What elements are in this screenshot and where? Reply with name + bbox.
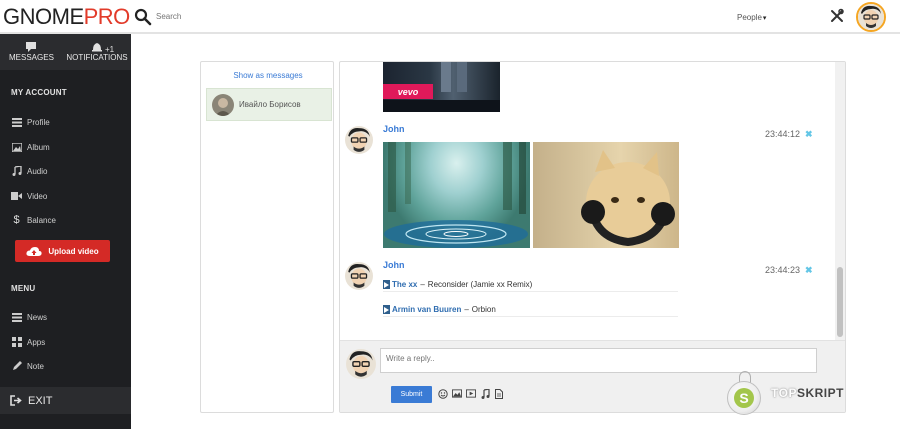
watermark-logo-icon: S <box>727 381 761 415</box>
attached-image-cat[interactable] <box>533 142 679 248</box>
sidebar-item-label: Balance <box>27 215 56 225</box>
vevo-logo: vevo <box>383 84 433 99</box>
avatar <box>345 262 373 290</box>
message-panel: vevo John 23:44:12 ✖ John 23:44:23 ✖ The… <box>339 61 846 413</box>
file-icon[interactable] <box>494 388 504 399</box>
audio-track[interactable]: Armin van Buuren – Orbion <box>383 303 678 317</box>
pencil-icon <box>11 361 22 372</box>
exit-icon <box>10 395 22 406</box>
sidebar-item-note[interactable]: Note <box>11 359 121 373</box>
reply-input[interactable] <box>380 348 817 373</box>
track-artist[interactable]: Armin van Buuren <box>392 305 461 314</box>
nav-messages-label: MESSAGES <box>9 53 54 62</box>
attached-image-forest[interactable] <box>383 142 530 248</box>
conversation-name: Ивайло Борисов <box>239 100 301 109</box>
sidebar-top-nav: MESSAGES +1 NOTIFICATIONS <box>0 34 131 70</box>
smiley-icon[interactable] <box>438 388 448 399</box>
delete-message-icon[interactable]: ✖ <box>805 129 813 140</box>
search-icon[interactable] <box>134 8 152 26</box>
conversation-item[interactable]: Ивайло Борисов <box>206 88 332 121</box>
music-icon <box>11 166 22 177</box>
bell-icon: +1 <box>92 43 115 53</box>
audio-track[interactable]: The xx – Reconsider (Jamie xx Remix) <box>383 278 678 292</box>
watermark-text-top: TOP <box>771 386 797 400</box>
avatar-face-icon <box>858 4 884 30</box>
track-title: Orbion <box>471 305 496 314</box>
people-dropdown-label: People <box>737 13 762 22</box>
sidebar-item-label: Video <box>27 191 48 201</box>
sidebar-item-label: News <box>27 312 48 322</box>
chat-icon <box>26 42 36 52</box>
track-dash: – <box>464 305 469 314</box>
submit-button[interactable]: Submit <box>391 386 432 403</box>
grid-icon <box>11 337 22 348</box>
sidebar-item-album[interactable]: Album <box>11 140 121 154</box>
sidebar-item-label: Audio <box>27 166 48 176</box>
message-thread: vevo John 23:44:12 ✖ John 23:44:23 ✖ The… <box>340 62 835 340</box>
my-account-heading: MY ACCOUNT <box>11 88 67 97</box>
dollar-icon: $ <box>13 214 20 226</box>
message-author[interactable]: John <box>383 260 405 270</box>
sidebar-item-video[interactable]: Video <box>11 189 121 203</box>
play-icon[interactable] <box>383 305 390 314</box>
notification-badge: +1 <box>105 45 115 53</box>
delete-message-icon[interactable]: ✖ <box>805 265 813 276</box>
user-avatar[interactable] <box>856 2 886 32</box>
sidebar-item-profile[interactable]: Profile <box>11 115 121 129</box>
list-icon <box>11 312 22 323</box>
sidebar-item-label: Album <box>27 142 50 152</box>
watermark-text-skript: SKRIPT <box>796 386 844 400</box>
scrollbar-thumb[interactable] <box>837 267 843 337</box>
sidebar-item-news[interactable]: News <box>11 310 121 324</box>
avatar <box>345 126 373 154</box>
search-input[interactable] <box>156 9 336 24</box>
nav-notifications-label: NOTIFICATIONS <box>66 53 128 62</box>
sidebar: MESSAGES +1 NOTIFICATIONS MY ACCOUNT Pro… <box>0 34 131 429</box>
play-icon[interactable] <box>383 280 390 289</box>
sidebar-item-balance[interactable]: $ Balance <box>11 213 121 227</box>
message-author[interactable]: John <box>383 124 405 134</box>
logo-text-pro: PRO <box>83 4 131 29</box>
people-dropdown[interactable]: People▾ <box>737 13 766 22</box>
message-time: 23:44:12 <box>765 129 801 139</box>
avatar <box>346 349 376 379</box>
nav-messages[interactable]: MESSAGES <box>9 41 54 62</box>
show-as-messages-link[interactable]: Show as messages <box>201 71 335 80</box>
watermark-text: TOPSKRIPT <box>771 386 844 400</box>
avatar <box>212 93 234 116</box>
exit-label: EXIT <box>28 394 53 407</box>
top-bar: GNOMEPRO People▾ <box>0 0 900 34</box>
upload-video-button[interactable]: Upload video <box>15 240 110 262</box>
menu-heading: MENU <box>11 284 36 293</box>
sidebar-item-label: Apps <box>27 337 46 347</box>
cloud-upload-icon <box>26 246 42 256</box>
tools-icon[interactable] <box>830 8 844 24</box>
watermark: S TOPSKRIPT <box>727 371 887 417</box>
logo[interactable]: GNOMEPRO <box>3 5 130 29</box>
image-icon <box>11 142 22 153</box>
track-dash: – <box>420 280 425 289</box>
conversations-panel: Show as messages Ивайло Борисов <box>200 61 334 413</box>
video-icon[interactable] <box>466 388 476 399</box>
attachment-toolbar <box>438 388 504 399</box>
sidebar-item-apps[interactable]: Apps <box>11 335 121 349</box>
nav-notifications[interactable]: +1 NOTIFICATIONS <box>65 41 129 62</box>
image-icon[interactable] <box>452 388 462 399</box>
sidebar-item-audio[interactable]: Audio <box>11 164 121 178</box>
upload-video-label: Upload video <box>48 246 99 256</box>
music-icon[interactable] <box>480 388 490 399</box>
video-thumbnail[interactable]: vevo <box>383 62 500 112</box>
video-icon <box>11 191 22 202</box>
exit-button[interactable]: EXIT <box>0 387 131 414</box>
track-title: Reconsider (Jamie xx Remix) <box>427 280 533 289</box>
sidebar-item-label: Profile <box>27 117 50 127</box>
sidebar-item-label: Note <box>27 361 44 371</box>
logo-text-gnome: GNOME <box>3 4 84 29</box>
list-icon <box>11 117 22 128</box>
caret-down-icon: ▾ <box>762 15 767 22</box>
message-time: 23:44:23 <box>765 265 801 275</box>
svg-text:S: S <box>739 390 748 406</box>
track-artist[interactable]: The xx <box>392 280 417 289</box>
